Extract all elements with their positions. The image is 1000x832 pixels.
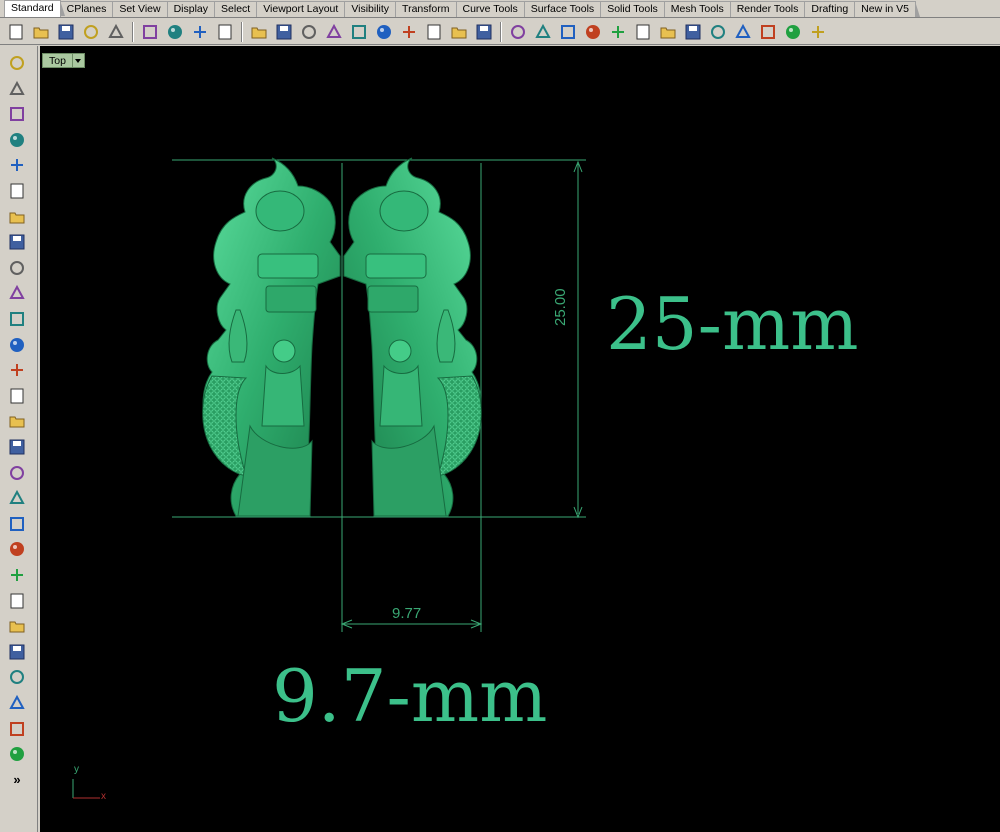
- tab-new-in-v5[interactable]: New in V5: [854, 1, 920, 17]
- car-icon[interactable]: [447, 21, 471, 43]
- select-icon[interactable]: [531, 21, 555, 43]
- tab-visibility[interactable]: Visibility: [344, 1, 400, 17]
- fillet-icon[interactable]: [6, 615, 28, 637]
- toolbar-separator: [132, 21, 134, 42]
- flag-icon[interactable]: [731, 21, 755, 43]
- surface-icon[interactable]: [6, 308, 28, 330]
- split-icon[interactable]: [6, 538, 28, 560]
- grid-icon[interactable]: [506, 21, 530, 43]
- four-viewports-icon[interactable]: [422, 21, 446, 43]
- tab-solid-tools[interactable]: Solid Tools: [600, 1, 669, 17]
- axis-x-label: x: [101, 791, 106, 802]
- tab-transform[interactable]: Transform: [395, 1, 461, 17]
- tab-viewport-layout[interactable]: Viewport Layout: [256, 1, 350, 17]
- ornament-right[interactable]: [343, 157, 482, 517]
- more-icon[interactable]: »: [6, 769, 28, 791]
- horizontal-dimension-value: 9.77: [392, 605, 422, 622]
- explode-icon[interactable]: [6, 487, 28, 509]
- gear-icon[interactable]: [6, 462, 28, 484]
- freeform-icon[interactable]: [6, 282, 28, 304]
- transform-icon[interactable]: [6, 718, 28, 740]
- tab-display[interactable]: Display: [166, 1, 220, 17]
- copy-icon[interactable]: [163, 21, 187, 43]
- ellipse-icon[interactable]: [6, 180, 28, 202]
- new-file-icon[interactable]: [4, 21, 28, 43]
- print-icon[interactable]: [79, 21, 103, 43]
- tab-select[interactable]: Select: [214, 1, 262, 17]
- render-material-icon[interactable]: [606, 21, 630, 43]
- tab-surface-tools[interactable]: Surface Tools: [523, 1, 606, 17]
- arc-icon[interactable]: [6, 206, 28, 228]
- tab-cplanes[interactable]: CPlanes: [59, 1, 118, 17]
- blue-sphere-icon[interactable]: [706, 21, 730, 43]
- cut-icon[interactable]: [138, 21, 162, 43]
- paste-icon[interactable]: [188, 21, 212, 43]
- gears-icon[interactable]: [756, 21, 780, 43]
- polyline-icon[interactable]: [6, 103, 28, 125]
- point-icon[interactable]: [6, 78, 28, 100]
- main-sidebar-toolbar: »: [0, 46, 38, 832]
- undo-icon[interactable]: [213, 21, 237, 43]
- array-icon[interactable]: [6, 692, 28, 714]
- world-axes-icon: [72, 779, 100, 799]
- trim-icon[interactable]: [6, 513, 28, 535]
- toolbar-separator: [500, 21, 502, 42]
- tab-curve-tools[interactable]: Curve Tools: [455, 1, 530, 17]
- import-icon[interactable]: [104, 21, 128, 43]
- tab-set-view[interactable]: Set View: [112, 1, 172, 17]
- tab-mesh-tools[interactable]: Mesh Tools: [663, 1, 735, 17]
- light-icon[interactable]: [556, 21, 580, 43]
- rotate-view-icon[interactable]: [272, 21, 296, 43]
- width-label: 9.7-mm: [272, 654, 548, 738]
- circle-icon[interactable]: [6, 154, 28, 176]
- shaded-sphere-icon[interactable]: [656, 21, 680, 43]
- lock-icon[interactable]: [581, 21, 605, 43]
- solid-icon[interactable]: [6, 743, 28, 765]
- tab-drafting[interactable]: Drafting: [804, 1, 859, 17]
- toolbar-separator: [241, 21, 243, 42]
- boolean-icon[interactable]: [6, 385, 28, 407]
- top-viewport[interactable]: Top 25.00 9.77 25-mm 9.7-mm y x: [40, 46, 1000, 832]
- options-icon[interactable]: [781, 21, 805, 43]
- tab-standard[interactable]: Standard: [4, 0, 65, 17]
- color-wheel-icon[interactable]: [631, 21, 655, 43]
- dimension-icon[interactable]: [6, 666, 28, 688]
- rectangle-icon[interactable]: [6, 231, 28, 253]
- mesh-icon[interactable]: [6, 436, 28, 458]
- undo-view-icon[interactable]: [397, 21, 421, 43]
- height-label: 25-mm: [606, 282, 859, 366]
- zoom-extents-icon[interactable]: [347, 21, 371, 43]
- select-arrow-icon[interactable]: [6, 52, 28, 74]
- curve-icon[interactable]: [6, 129, 28, 151]
- standard-toolbar: [0, 19, 1000, 45]
- toolbar-tab-strip: Standard CPlanes Set View Display Select View…: [0, 0, 1000, 18]
- axis-y-label: y: [74, 764, 79, 775]
- pan-hand-icon[interactable]: [247, 21, 271, 43]
- group-icon[interactable]: [6, 564, 28, 586]
- zoom-selected-icon[interactable]: [372, 21, 396, 43]
- rendered-sphere-icon[interactable]: [681, 21, 705, 43]
- tab-render-tools[interactable]: Render Tools: [729, 1, 810, 17]
- text-icon[interactable]: [6, 641, 28, 663]
- vertical-dimension-value: 25.00: [552, 288, 569, 326]
- extrude-icon[interactable]: [6, 334, 28, 356]
- join-icon[interactable]: [6, 590, 28, 612]
- ornament-left[interactable]: [202, 157, 341, 517]
- zoom-window-icon[interactable]: [322, 21, 346, 43]
- zoom-icon[interactable]: [297, 21, 321, 43]
- save-icon[interactable]: [54, 21, 78, 43]
- polygon-icon[interactable]: [6, 257, 28, 279]
- pipe-icon[interactable]: [6, 410, 28, 432]
- help-icon[interactable]: [806, 21, 830, 43]
- rotate-icon[interactable]: [472, 21, 496, 43]
- box-icon[interactable]: [6, 359, 28, 381]
- open-folder-icon[interactable]: [29, 21, 53, 43]
